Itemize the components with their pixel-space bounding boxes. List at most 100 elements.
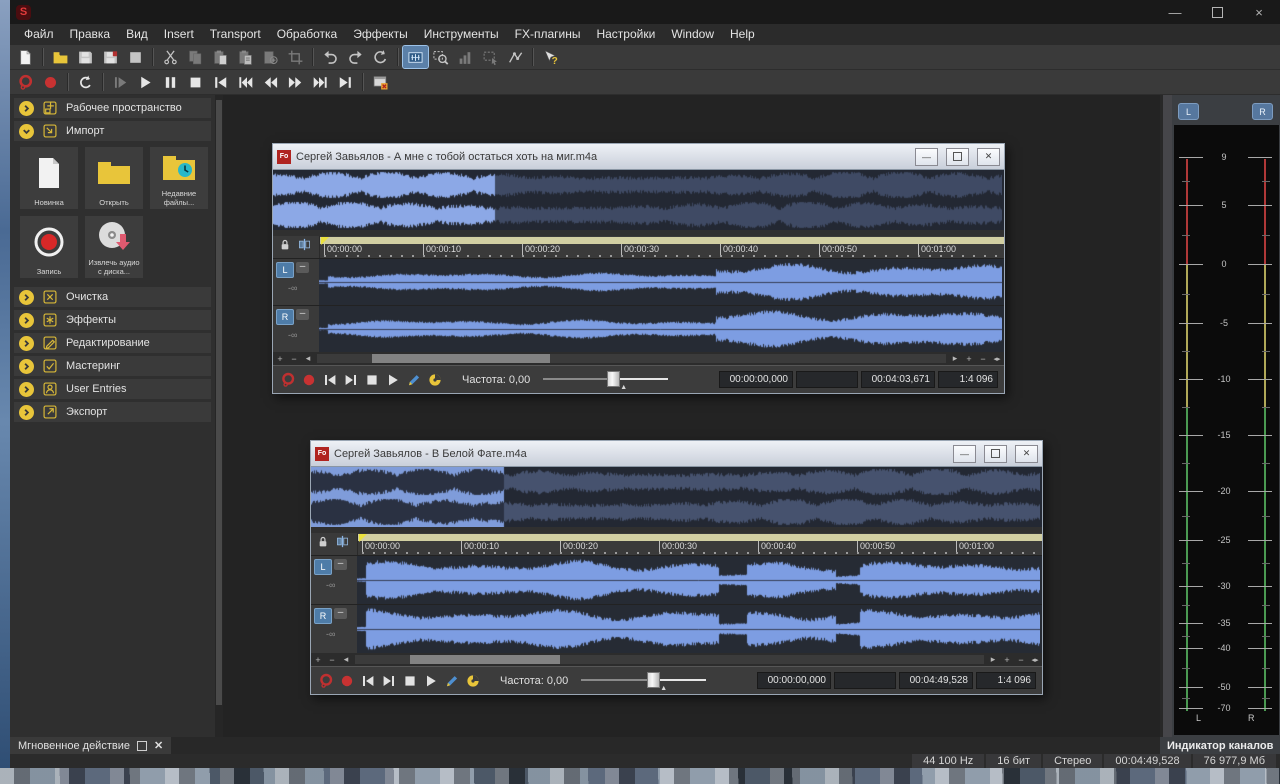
sidebar-scrollbar[interactable] — [215, 95, 223, 737]
menu-window[interactable]: Window — [663, 24, 722, 45]
channel-minimize-button[interactable]: – — [334, 608, 347, 619]
cut-button[interactable] — [158, 46, 183, 68]
go-to-end-button[interactable] — [333, 71, 358, 93]
tile-извлечь-аудио-с-диска-[interactable]: Извлечь аудио с диска... — [85, 216, 143, 278]
zoom-out-button[interactable]: − — [325, 653, 339, 666]
stop-button[interactable] — [400, 671, 420, 691]
document-window-2[interactable]: FoСергей Завьялов - В Белой Фате.m4a—✕00… — [310, 440, 1043, 695]
document-titlebar[interactable]: FoСергей Завьялов - А мне с тобой остать… — [273, 144, 1004, 170]
doc-close-button[interactable]: ✕ — [1015, 445, 1038, 463]
paste-special-button[interactable] — [233, 46, 258, 68]
close-button[interactable]: × — [1238, 0, 1280, 24]
ibeam-select-icon[interactable] — [335, 534, 350, 554]
save-all-button[interactable] — [123, 46, 148, 68]
channel-waveform-canvas[interactable] — [319, 259, 1002, 305]
go-to-start-button[interactable] — [208, 71, 233, 93]
overview-waveform-canvas[interactable] — [273, 170, 1002, 230]
frequency-slider[interactable]: ▲ — [581, 670, 706, 692]
record-remote-button[interactable] — [13, 71, 38, 93]
channel-l-button[interactable]: L — [314, 559, 332, 575]
record-remote-button[interactable] — [316, 671, 336, 691]
zoom-out-2-button[interactable]: − — [1014, 653, 1028, 666]
record-button[interactable] — [299, 370, 319, 390]
channel-minimize-button[interactable]: – — [296, 262, 309, 273]
tile-открыть[interactable]: Открыть — [85, 147, 143, 209]
loop-region-bar[interactable] — [358, 534, 1042, 541]
frequency-slider[interactable]: ▲ — [543, 369, 668, 391]
sidebar-scrollbar-thumb[interactable] — [216, 100, 222, 705]
scrollbar-thumb[interactable] — [372, 354, 550, 363]
stop-button[interactable] — [183, 71, 208, 93]
channel-minimize-button[interactable]: – — [334, 559, 347, 570]
meter-left-channel-button[interactable]: L — [1178, 103, 1199, 120]
loop-playback-button[interactable] — [73, 71, 98, 93]
play-from-start-button[interactable] — [108, 71, 133, 93]
doc-minimize-button[interactable]: — — [953, 445, 976, 463]
zoom-out-2-button[interactable]: − — [976, 352, 990, 365]
paste-to-new-button[interactable] — [258, 46, 283, 68]
tile-недавние-файлы-[interactable]: Недавние файлы... — [150, 147, 208, 209]
channel-waveform[interactable] — [319, 259, 1004, 305]
menu-файл[interactable]: Файл — [16, 24, 62, 45]
menu-transport[interactable]: Transport — [202, 24, 269, 45]
sidebar-section-import[interactable]: Импорт — [14, 121, 211, 141]
pencil-edit-button[interactable] — [404, 370, 424, 390]
script-window-button[interactable] — [368, 71, 393, 93]
time-ruler[interactable]: 00:00:0000:00:1000:00:2000:00:3000:00:40… — [319, 236, 1004, 258]
scroll-right-button[interactable]: ▸ — [948, 352, 962, 365]
overview-waveform-canvas[interactable] — [311, 467, 1040, 527]
fast-forward-button[interactable] — [283, 71, 308, 93]
record-button[interactable] — [38, 71, 63, 93]
menu-настройки[interactable]: Настройки — [588, 24, 663, 45]
copy-button[interactable] — [183, 46, 208, 68]
play-button[interactable] — [133, 71, 158, 93]
scrollbar-track[interactable] — [317, 354, 946, 363]
fit-width-button[interactable]: ◂▸ — [1028, 653, 1042, 666]
channel-r-button[interactable]: R — [276, 309, 294, 325]
scrollbar-track[interactable] — [355, 655, 984, 664]
tile-запись[interactable]: Запись — [20, 216, 78, 278]
overview-waveform[interactable] — [311, 467, 1042, 527]
channel-waveform-canvas[interactable] — [319, 306, 1002, 352]
save-as-button[interactable] — [98, 46, 123, 68]
quick-action-tab[interactable]: Мгновенное действие ✕ — [10, 737, 171, 754]
scroll-right-button[interactable]: ▸ — [986, 653, 1000, 666]
channel-l-button[interactable]: L — [276, 262, 294, 278]
go-to-start-button[interactable] — [320, 370, 340, 390]
document-titlebar[interactable]: FoСергей Завьялов - В Белой Фате.m4a—✕ — [311, 441, 1042, 467]
zoom-out-button[interactable]: − — [287, 352, 301, 365]
meter-right-channel-button[interactable]: R — [1252, 103, 1273, 120]
overview-waveform[interactable] — [273, 170, 1004, 230]
channel-waveform[interactable] — [357, 556, 1042, 604]
doc-minimize-button[interactable]: — — [915, 148, 938, 166]
channel-waveform-canvas[interactable] — [357, 556, 1040, 604]
skip-back-button[interactable] — [233, 71, 258, 93]
undo-button[interactable] — [318, 46, 343, 68]
sidebar-section-workspace[interactable]: Рабочее пространство — [14, 98, 211, 118]
channel-r-button[interactable]: R — [314, 608, 332, 624]
minimize-button[interactable]: — — [1154, 0, 1196, 24]
envelope-tool-button[interactable] — [503, 46, 528, 68]
paste-button[interactable] — [208, 46, 233, 68]
slider-thumb[interactable] — [647, 672, 660, 688]
channel-waveform[interactable] — [319, 306, 1004, 352]
scroll-left-button[interactable]: ◂ — [339, 653, 353, 666]
edit-tool-button[interactable] — [403, 46, 428, 68]
undock-icon[interactable] — [137, 741, 147, 751]
magnify-tool-button[interactable] — [428, 46, 453, 68]
menu-вид[interactable]: Вид — [118, 24, 156, 45]
open-file-button[interactable] — [48, 46, 73, 68]
close-tab-icon[interactable]: ✕ — [154, 741, 163, 751]
zoom-in-button[interactable]: + — [273, 352, 287, 365]
help-select-button[interactable]: ? — [538, 46, 563, 68]
menu-правка[interactable]: Правка — [62, 24, 119, 45]
scrub-button[interactable] — [425, 370, 445, 390]
channel-minimize-button[interactable]: – — [296, 309, 309, 320]
doc-restore-button[interactable] — [984, 445, 1007, 463]
time-ruler[interactable]: 00:00:0000:00:1000:00:2000:00:3000:00:40… — [357, 533, 1042, 555]
slider-thumb[interactable] — [607, 371, 620, 387]
trim-crop-button[interactable] — [283, 46, 308, 68]
play-button[interactable] — [421, 671, 441, 691]
go-to-start-button[interactable] — [358, 671, 378, 691]
record-remote-button[interactable] — [278, 370, 298, 390]
